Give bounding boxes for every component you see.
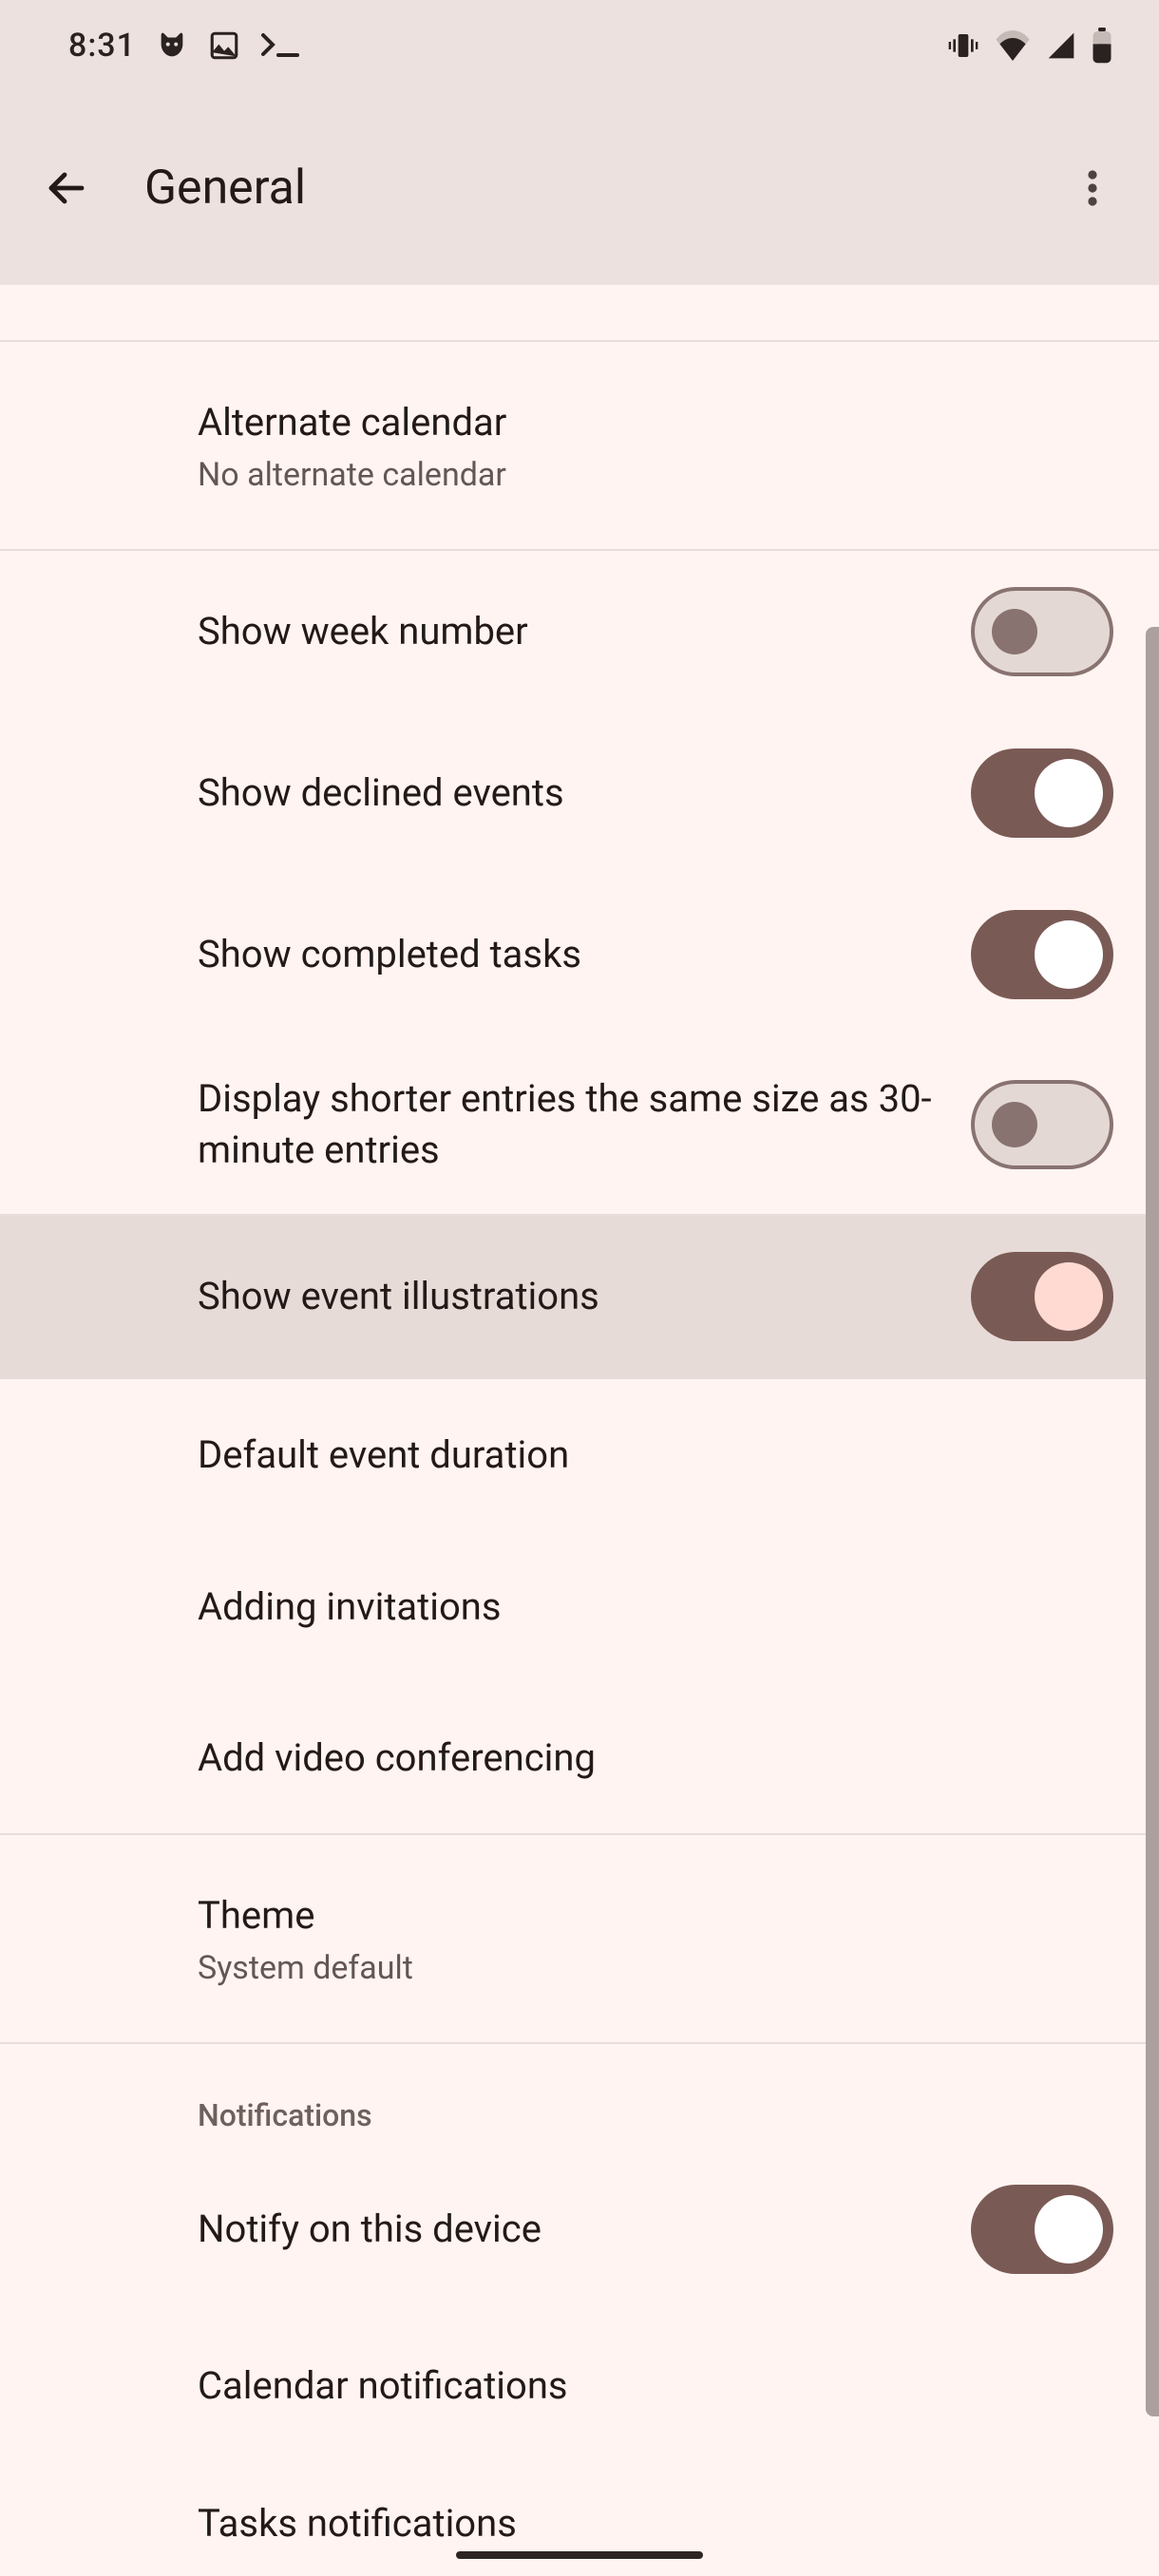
switch-show-completed-tasks[interactable] bbox=[971, 910, 1113, 999]
row-notify-on-this-device[interactable]: Notify on this device bbox=[0, 2149, 1159, 2310]
row-title: Notify on this device bbox=[198, 2204, 948, 2255]
vibrate-icon bbox=[946, 30, 980, 61]
row-title: Display shorter entries the same size as… bbox=[198, 1073, 948, 1176]
content-top-spacer bbox=[0, 285, 1159, 342]
status-time: 8:31 bbox=[68, 27, 136, 65]
row-title: Show declined events bbox=[198, 767, 948, 819]
terminal-notification-icon bbox=[259, 31, 301, 60]
row-title: Show event illustrations bbox=[198, 1271, 948, 1322]
row-theme[interactable]: Theme System default bbox=[0, 1835, 1159, 2044]
row-show-event-illustrations[interactable]: Show event illustrations bbox=[0, 1216, 1159, 1379]
switch-notify-on-this-device[interactable] bbox=[971, 2185, 1113, 2274]
row-show-declined-events[interactable]: Show declined events bbox=[0, 712, 1159, 874]
row-title: Adding invitations bbox=[198, 1582, 1091, 1633]
switch-show-declined-events[interactable] bbox=[971, 748, 1113, 838]
page-title: General bbox=[144, 161, 1015, 216]
row-adding-invitations[interactable]: Adding invitations bbox=[0, 1531, 1159, 1683]
row-title: Calendar notifications bbox=[198, 2360, 1091, 2412]
row-add-video-conferencing[interactable]: Add video conferencing bbox=[0, 1683, 1159, 1835]
row-calendar-notifications[interactable]: Calendar notifications bbox=[0, 2310, 1159, 2462]
battery-icon bbox=[1091, 28, 1113, 64]
switch-show-event-illustrations[interactable] bbox=[971, 1252, 1113, 1341]
row-title: Add video conferencing bbox=[198, 1733, 1091, 1784]
row-subtitle: No alternate calendar bbox=[198, 456, 1091, 494]
cat-notification-icon bbox=[155, 29, 189, 62]
image-notification-icon bbox=[208, 29, 240, 62]
app-bar: General bbox=[0, 91, 1159, 285]
overflow-menu-button[interactable] bbox=[1053, 148, 1132, 228]
switch-display-shorter-entries[interactable] bbox=[971, 1080, 1113, 1169]
row-title: Default event duration bbox=[198, 1430, 1091, 1481]
row-title: Tasks notifications bbox=[198, 2498, 1091, 2549]
status-bar: 8:31 bbox=[0, 0, 1159, 91]
row-show-week-number[interactable]: Show week number bbox=[0, 551, 1159, 712]
arrow-left-icon bbox=[44, 165, 89, 211]
row-tasks-notifications[interactable]: Tasks notifications bbox=[0, 2462, 1159, 2557]
wifi-icon bbox=[994, 30, 1032, 61]
back-button[interactable] bbox=[27, 148, 106, 228]
switch-show-week-number[interactable] bbox=[971, 587, 1113, 676]
row-show-completed-tasks[interactable]: Show completed tasks bbox=[0, 874, 1159, 1035]
row-subtitle: System default bbox=[198, 1949, 1091, 1987]
row-title: Theme bbox=[198, 1890, 1091, 1941]
row-alternate-calendar[interactable]: Alternate calendar No alternate calendar bbox=[0, 342, 1159, 551]
navigation-handle[interactable] bbox=[456, 2551, 703, 2559]
row-title: Show week number bbox=[198, 606, 948, 657]
row-title: Alternate calendar bbox=[198, 397, 1091, 448]
more-vert-icon bbox=[1070, 165, 1115, 211]
scroll-indicator bbox=[1146, 627, 1159, 2416]
section-header-notifications: Notifications bbox=[0, 2044, 1159, 2149]
settings-list: Alternate calendar No alternate calendar… bbox=[0, 285, 1159, 2576]
cellular-signal-icon bbox=[1045, 30, 1077, 61]
row-default-event-duration[interactable]: Default event duration bbox=[0, 1379, 1159, 1531]
row-display-shorter-entries[interactable]: Display shorter entries the same size as… bbox=[0, 1035, 1159, 1216]
row-title: Show completed tasks bbox=[198, 929, 948, 980]
